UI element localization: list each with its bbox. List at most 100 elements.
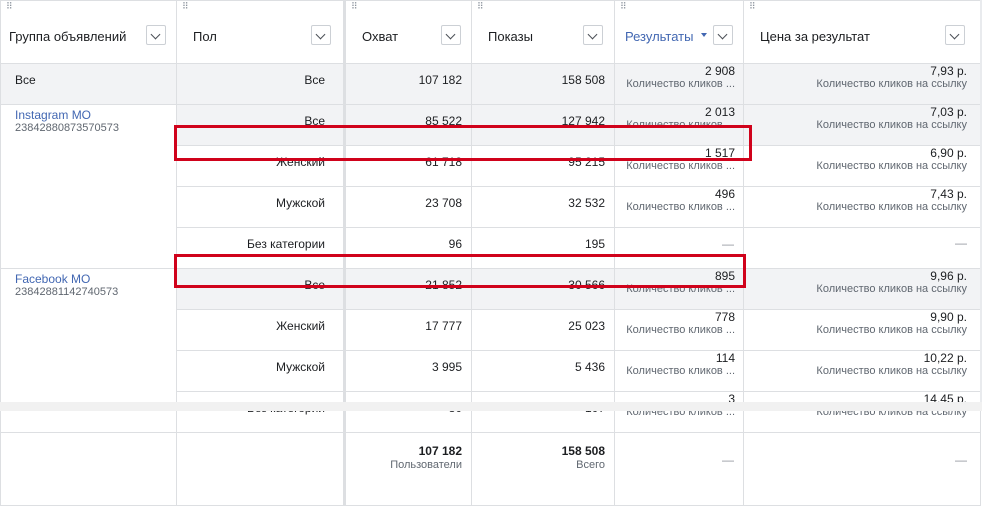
cost-cell: 7,03 р. Количество кликов на ссылку [743,104,981,146]
cost-value: 9,90 р. [930,310,967,324]
column-label: Пол [193,29,217,44]
horizontal-scrollbar[interactable] [0,402,982,411]
column-header-results[interactable]: ⠿ Результаты [614,0,744,64]
results-value: 2 908 [704,64,735,78]
total-cost-cell: — [743,432,981,506]
drag-handle-icon[interactable]: ⠿ [477,2,485,16]
ad-group-id: 23842880873570573 [15,122,120,134]
cost-cell: 14,45 р. Количество кликов на ссылку [743,391,981,433]
gender-cell: Все [176,63,346,105]
summary-row: Все Все 107 182 158 508 2 908 Количество … [0,63,981,105]
chevron-down-icon[interactable] [311,25,331,45]
impressions-cell: 107 [471,391,615,433]
cost-type: Количество кликов на ссылку [816,365,967,377]
cost-value: 10,22 р. [923,351,967,365]
header-row: ⠿ Группа объявлений ⠿ Пол ⠿ Охват ⠿ Пока… [0,0,981,64]
results-type: Количество кликов ... [626,201,735,213]
impressions-cell: 5 436 [471,350,615,392]
ad-group-name-link[interactable]: Facebook MO [15,273,176,286]
totals-empty-cell [176,432,346,506]
chevron-down-icon[interactable] [583,25,603,45]
results-type: Количество кликов ... [626,160,735,172]
drag-handle-icon[interactable]: ⠿ [620,2,628,16]
chevron-down-icon[interactable] [945,25,965,45]
total-reach-cell: 107 182 Пользователи [344,432,472,506]
results-type: Количество кликов ... [626,78,735,90]
impressions-cell: 25 023 [471,309,615,351]
results-value: 2 013 [704,105,735,119]
total-results-cell: — [614,432,744,506]
results-type: Количество кликов ... [626,365,735,377]
cost-cell: 6,90 р. Количество кликов на ссылку [743,145,981,187]
results-type: Количество кликов ... [626,324,735,336]
column-header-cost-per-result[interactable]: ⠿ Цена за результат [743,0,981,64]
ad-group-name-link[interactable]: Instagram MO [15,109,176,122]
results-value: 496 [714,187,735,201]
cost-value: 9,96 р. [930,269,967,283]
ad-group-cell: Instagram MO 23842880873570573 [0,104,177,269]
column-label: Группа объявлений [9,29,127,44]
total-impressions-cell: 158 508 Всего [471,432,615,506]
group-cell: Все [0,63,177,105]
drag-handle-icon[interactable]: ⠿ [182,2,190,16]
cost-cell: 9,90 р. Количество кликов на ссылку [743,309,981,351]
results-cell: 496 Количество кликов ... [614,186,744,228]
column-header-reach[interactable]: ⠿ Охват [344,0,472,64]
reach-cell: 3 995 [344,350,472,392]
totals-empty-cell [0,432,177,506]
column-label: Охват [362,29,399,44]
column-header-gender[interactable]: ⠿ Пол [176,0,346,64]
chevron-down-icon[interactable] [146,25,166,45]
cost-cell: 7,93 р. Количество кликов на ссылку [743,63,981,105]
gender-cell: Мужской [176,186,346,228]
cost-type: Количество кликов на ссылку [816,78,967,90]
reach-cell: 107 182 [344,63,472,105]
highlight-box-instagram-female [174,125,752,161]
results-value: 778 [714,310,735,324]
gender-cell: Мужской [176,350,346,392]
cost-type: Количество кликов на ссылку [816,283,967,295]
impressions-cell: 32 532 [471,186,615,228]
gender-cell: Без категории [176,391,346,433]
cost-type: Количество кликов на ссылку [816,119,967,131]
cost-value: 7,03 р. [930,105,967,119]
total-impressions-value: 158 508 [561,444,605,458]
chevron-down-icon[interactable] [441,25,461,45]
cost-value: 7,93 р. [930,64,967,78]
column-label: Показы [488,29,533,44]
column-header-ad-group[interactable]: ⠿ Группа объявлений [0,0,177,64]
drag-handle-icon[interactable]: ⠿ [351,2,359,16]
results-cell: 114 Количество кликов ... [614,350,744,392]
results-cell: 3 Количество кликов ... [614,391,744,433]
results-cell: 778 Количество кликов ... [614,309,744,351]
cost-value: 6,90 р. [930,146,967,160]
cost-cell: — [743,227,981,269]
column-header-impressions[interactable]: ⠿ Показы [471,0,615,64]
gender-cell: Женский [176,309,346,351]
cost-type: Количество кликов на ссылку [816,160,967,172]
total-reach-value: 107 182 [418,444,462,458]
column-label: Результаты [625,29,694,44]
cost-value: 7,43 р. [930,187,967,201]
cost-type: Количество кликов на ссылку [816,201,967,213]
cost-cell: 7,43 р. Количество кликов на ссылку [743,186,981,228]
reach-cell: 80 [344,391,472,433]
column-label: Цена за результат [760,29,870,44]
drag-handle-icon[interactable]: ⠿ [6,2,14,16]
cost-cell: 9,96 р. Количество кликов на ссылку [743,268,981,310]
sort-desc-icon[interactable] [701,33,707,37]
ad-group-id: 23842881142740573 [15,286,119,298]
chevron-down-icon[interactable] [713,25,733,45]
cost-cell: 10,22 р. Количество кликов на ссылку [743,350,981,392]
cost-type: Количество кликов на ссылку [816,324,967,336]
drag-handle-icon[interactable]: ⠿ [749,2,757,16]
total-reach-label: Пользователи [390,459,462,471]
total-impressions-label: Всего [576,459,605,471]
impressions-cell: 158 508 [471,63,615,105]
reach-cell: 23 708 [344,186,472,228]
results-value: 114 [715,351,735,365]
highlight-box-facebook-female [174,254,746,288]
ads-breakdown-table: ⠿ Группа объявлений ⠿ Пол ⠿ Охват ⠿ Пока… [0,0,981,506]
totals-row: 107 182 Пользователи 158 508 Всего — — [0,432,981,506]
reach-cell: 17 777 [344,309,472,351]
